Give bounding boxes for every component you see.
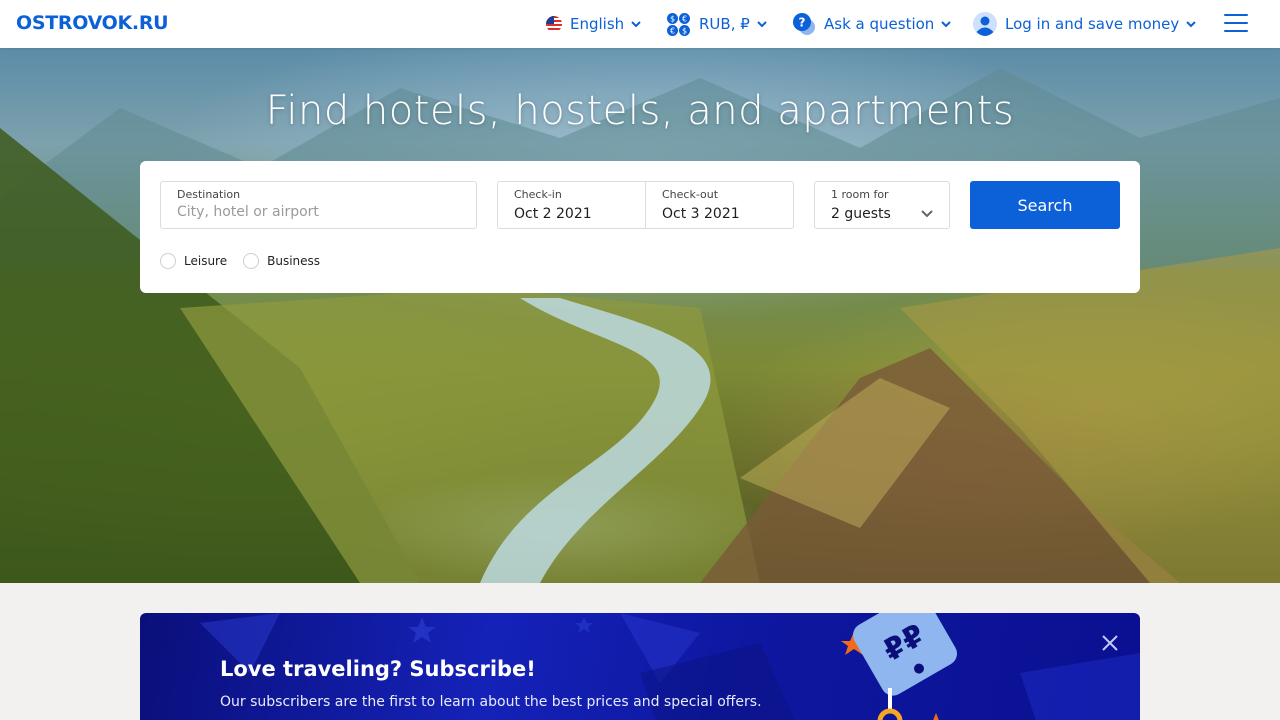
us-flag-icon xyxy=(546,16,562,32)
chevron-down-icon xyxy=(941,21,952,28)
chevron-down-icon xyxy=(757,21,767,28)
hero-title: Find hotels, hostels, and apartments xyxy=(265,88,1015,134)
site-logo[interactable]: OSTROVOK.RU xyxy=(16,12,169,34)
search-button[interactable]: Search xyxy=(970,181,1120,229)
currency-label: RUB, ₽ xyxy=(699,15,750,33)
checkout-label: Check-out xyxy=(662,188,719,201)
guests-label: 1 room for xyxy=(831,188,889,201)
chevron-down-icon xyxy=(1186,21,1196,28)
radio-circle xyxy=(243,253,260,269)
trip-type-options: Leisure Business xyxy=(160,253,336,269)
hero-banner: Find hotels, hostels, and apartments xyxy=(0,48,1280,583)
subscribe-banner: ₽₽ Love traveling? Subscribe! Our subscr… xyxy=(140,613,1140,720)
language-selector[interactable]: English xyxy=(546,10,642,38)
chevron-down-icon xyxy=(921,210,933,218)
chevron-down-icon xyxy=(631,21,641,28)
ask-question-menu[interactable]: ? Ask a question xyxy=(792,10,952,38)
radio-circle xyxy=(160,253,176,269)
login-label: Log in and save money xyxy=(1005,15,1180,33)
ask-question-label: Ask a question xyxy=(824,15,935,33)
leisure-radio[interactable]: Leisure xyxy=(160,253,227,269)
language-label: English xyxy=(570,15,625,33)
checkout-field[interactable]: Check-out Oct 3 2021 xyxy=(645,181,794,229)
banner-title: Love traveling? Subscribe! xyxy=(220,657,536,681)
checkin-field[interactable]: Check-in Oct 2 2021 xyxy=(497,181,646,229)
leisure-label: Leisure xyxy=(184,254,228,268)
destination-field[interactable]: Destination xyxy=(160,181,477,229)
business-radio[interactable]: Business xyxy=(243,253,320,269)
svg-text:€: € xyxy=(682,14,687,23)
guests-value: 2 guests xyxy=(831,206,891,222)
svg-text:€: € xyxy=(670,26,675,35)
question-chat-icon: ? xyxy=(793,13,815,35)
login-menu[interactable]: Log in and save money xyxy=(973,10,1197,38)
user-avatar-icon xyxy=(973,12,997,36)
price-tag-icon: ₽₽ xyxy=(841,613,957,720)
search-panel: Destination Check-in Oct 2 2021 Check-ou… xyxy=(140,161,1140,293)
close-icon[interactable] xyxy=(1100,633,1120,653)
svg-text:$: $ xyxy=(670,14,675,23)
checkin-label: Check-in xyxy=(514,188,562,201)
hamburger-menu-icon[interactable] xyxy=(1224,14,1248,34)
checkin-value: Oct 2 2021 xyxy=(514,206,592,222)
destination-label: Destination xyxy=(177,188,241,201)
svg-text:?: ? xyxy=(799,16,806,30)
checkout-value: Oct 3 2021 xyxy=(662,206,740,222)
currency-selector[interactable]: $ € € $ RUB, ₽ xyxy=(666,10,768,38)
currency-icon: $ € € $ xyxy=(667,12,690,36)
svg-text:$: $ xyxy=(682,26,687,35)
top-header: OSTROVOK.RU English $ € € $ RUB, ₽ ? Ask… xyxy=(0,0,1280,48)
business-label: Business xyxy=(267,254,321,268)
guests-selector[interactable]: 1 room for 2 guests xyxy=(814,181,950,229)
destination-input[interactable] xyxy=(177,204,467,220)
banner-subtitle: Our subscribers are the first to learn a… xyxy=(220,694,762,710)
